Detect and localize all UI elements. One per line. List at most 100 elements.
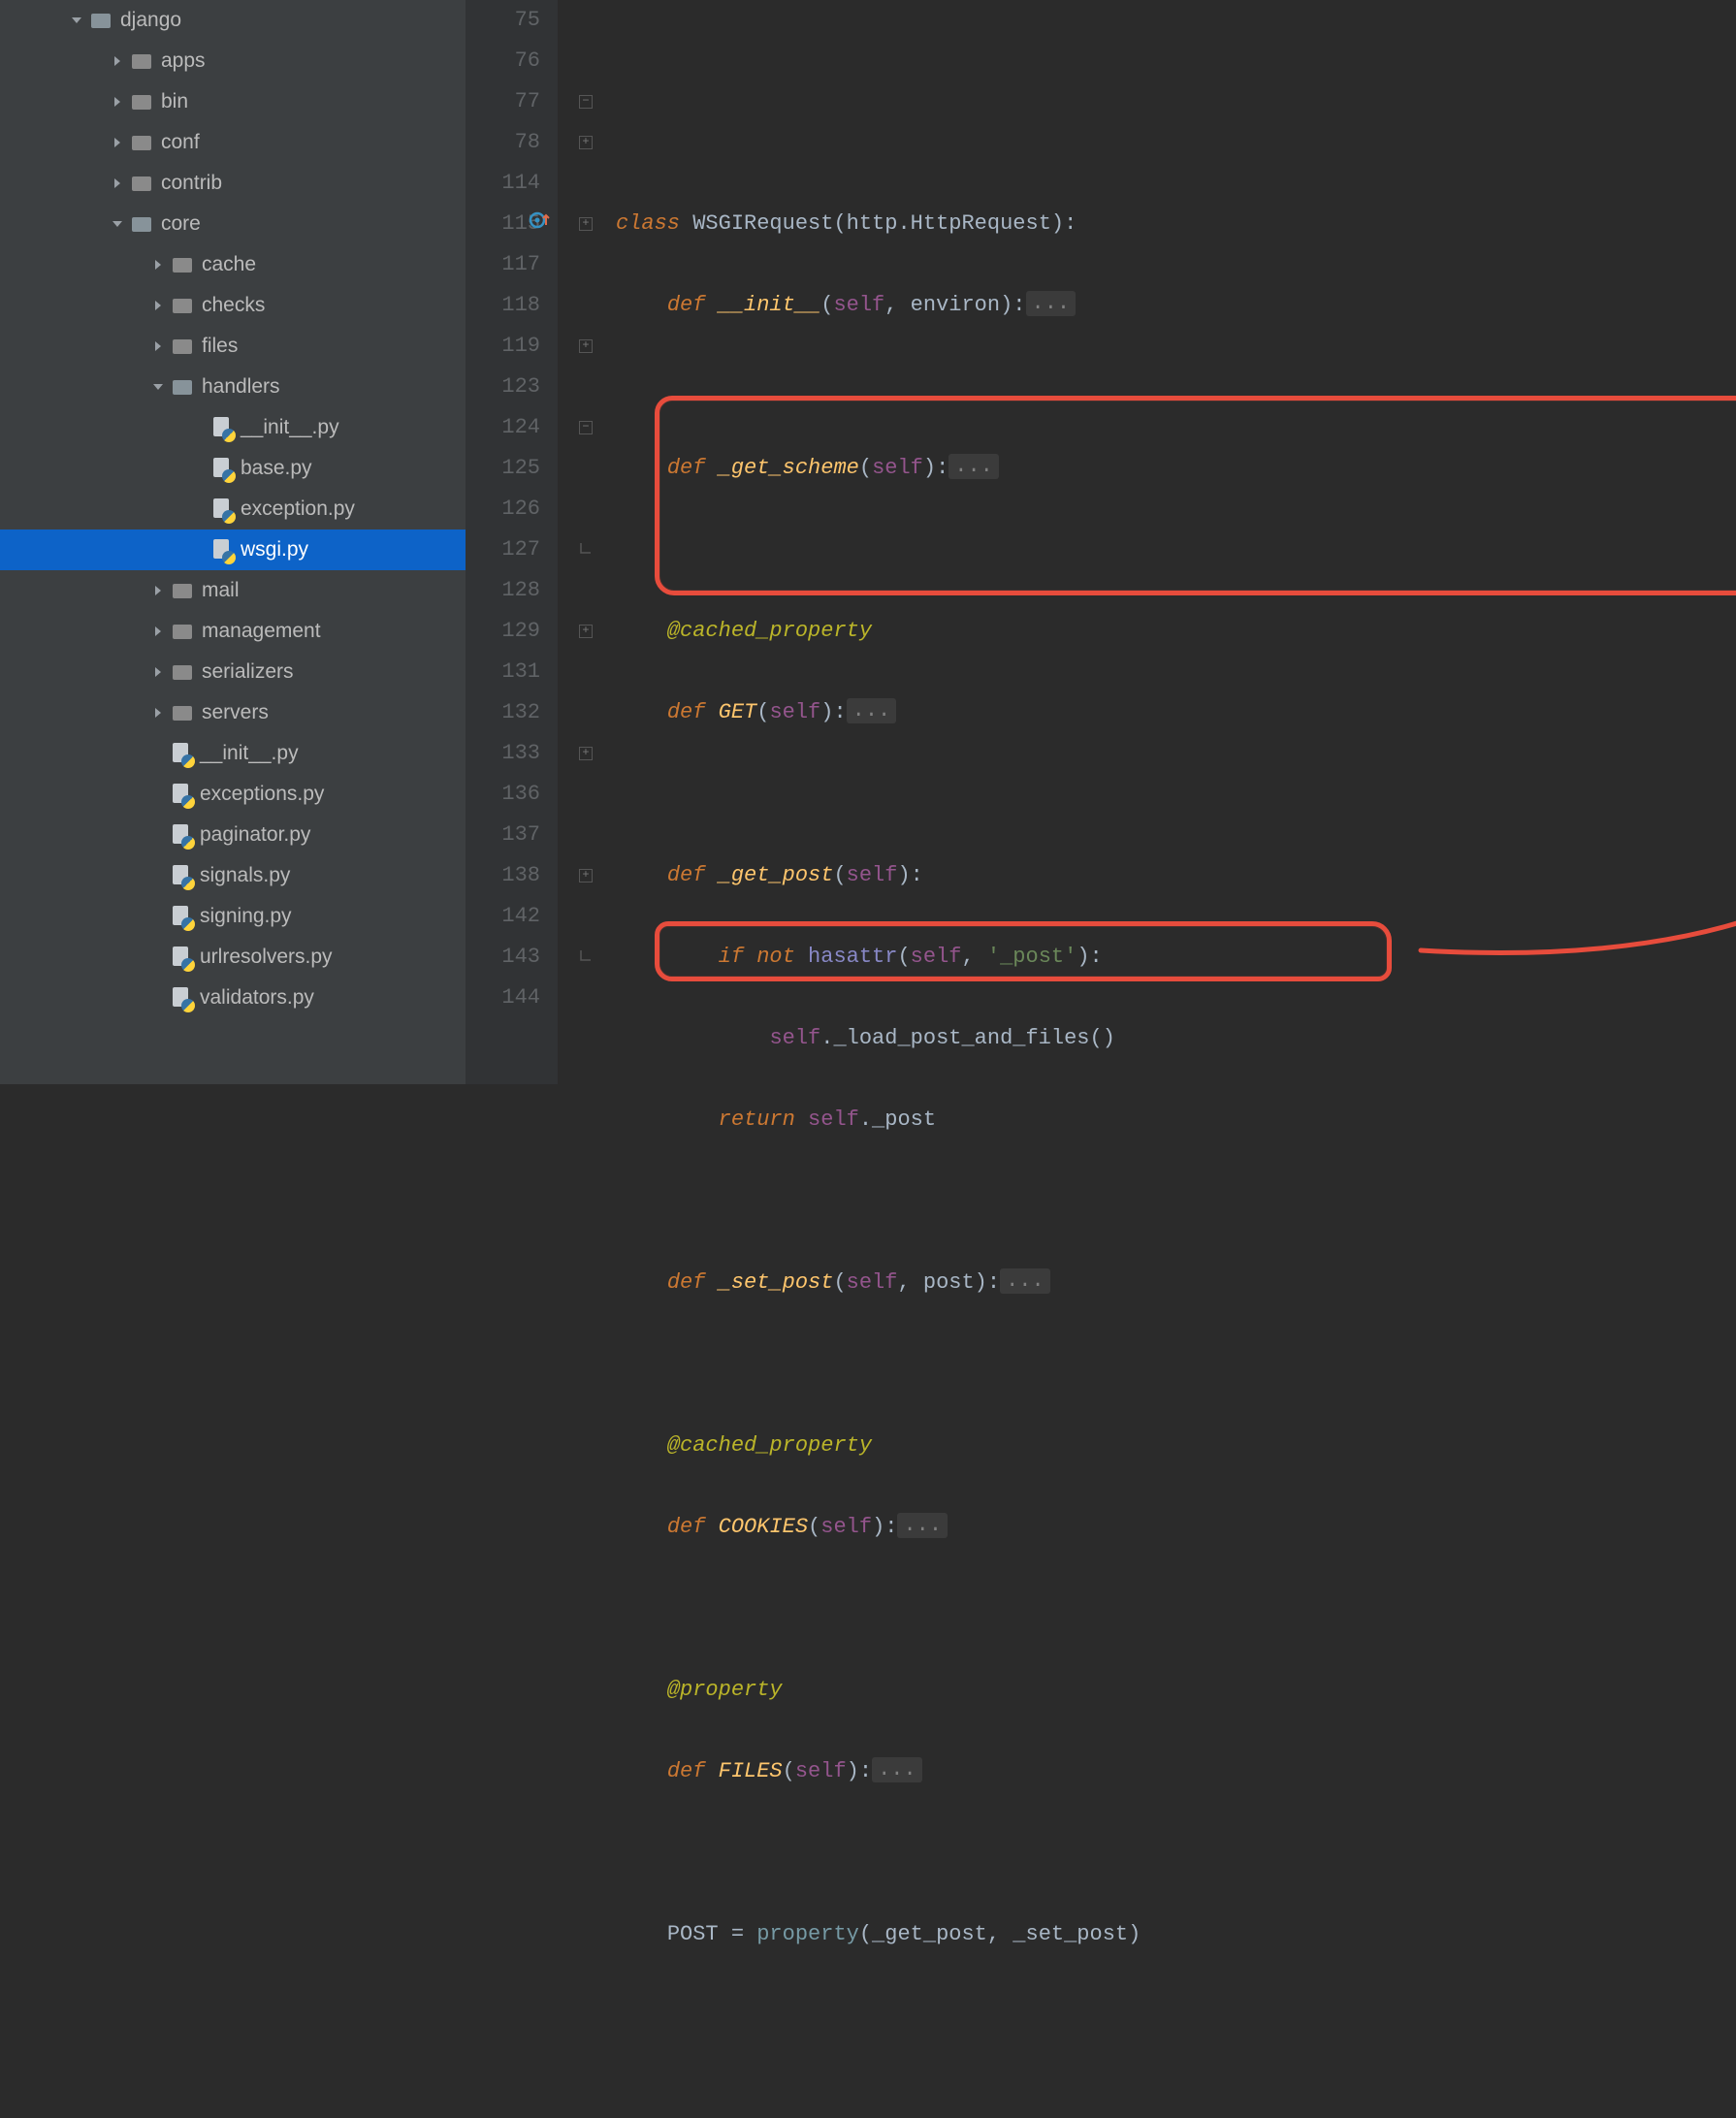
python-file-icon	[171, 986, 192, 1010]
chevron-down-icon[interactable]	[109, 218, 126, 230]
tree-item-label: mail	[202, 579, 240, 602]
blank-icon	[190, 457, 208, 480]
tree-item-core[interactable]: core	[0, 204, 466, 244]
chevron-right-icon[interactable]	[149, 666, 167, 678]
chevron-right-icon[interactable]	[149, 585, 167, 596]
tree-item-__init__-py[interactable]: __init__.py	[0, 733, 466, 774]
tree-item-__init__-py[interactable]: __init__.py	[0, 407, 466, 448]
fold-end-icon[interactable]	[579, 543, 593, 557]
python-file-icon	[171, 742, 192, 765]
code-editor[interactable]: −+++−+++ class WSGIRequest(http.HttpRequ…	[558, 0, 1736, 1084]
tree-item-label: management	[202, 620, 321, 643]
tree-item-signing-py[interactable]: signing.py	[0, 896, 466, 937]
tree-item-files[interactable]: files	[0, 326, 466, 367]
line-number: 131	[466, 652, 558, 692]
line-number: 77	[466, 81, 558, 122]
tree-item-wsgi-py[interactable]: wsgi.py	[0, 530, 466, 570]
line-number: 114	[466, 163, 558, 204]
tree-item-management[interactable]: management	[0, 611, 466, 652]
tree-item-exceptions-py[interactable]: exceptions.py	[0, 774, 466, 815]
tree-item-django[interactable]: django	[0, 0, 466, 41]
fold-collapse-icon[interactable]: −	[579, 421, 593, 434]
tree-item-apps[interactable]: apps	[0, 41, 466, 81]
chevron-right-icon[interactable]	[149, 259, 167, 271]
tree-item-label: cache	[202, 253, 256, 276]
fold-ellipsis[interactable]: ...	[1000, 1268, 1050, 1294]
call-load-post-and-files: ._load_post_and_files()	[820, 1026, 1115, 1050]
folder-icon	[130, 172, 153, 195]
override-gutter-icon[interactable]	[527, 208, 552, 233]
decorator-property: @property	[667, 1678, 783, 1702]
tree-item-mail[interactable]: mail	[0, 570, 466, 611]
chevron-down-icon[interactable]	[68, 15, 85, 26]
class-base: (http.HttpRequest):	[833, 211, 1077, 236]
tree-item-urlresolvers-py[interactable]: urlresolvers.py	[0, 937, 466, 978]
method-set-post: _set_post	[719, 1270, 834, 1295]
fold-expand-icon[interactable]: +	[579, 217, 593, 231]
fold-column[interactable]: − + + + − + + +	[558, 0, 616, 1084]
line-number: 118	[466, 285, 558, 326]
annotation-arrow	[1401, 582, 1736, 970]
tree-item-label: checks	[202, 294, 265, 317]
tree-item-checks[interactable]: checks	[0, 285, 466, 326]
chevron-right-icon[interactable]	[109, 96, 126, 108]
line-number: 137	[466, 815, 558, 855]
tree-item-label: signals.py	[200, 864, 290, 887]
chevron-right-icon[interactable]	[109, 55, 126, 67]
fold-ellipsis[interactable]: ...	[948, 454, 999, 479]
builtin-property: property	[756, 1922, 859, 1946]
decorator-cached-property: @cached_property	[667, 1433, 872, 1458]
tree-item-signals-py[interactable]: signals.py	[0, 855, 466, 896]
tree-item-label: wsgi.py	[241, 538, 308, 562]
fold-ellipsis[interactable]: ...	[847, 698, 897, 723]
param-self: self	[847, 863, 898, 887]
chevron-right-icon[interactable]	[149, 707, 167, 719]
chevron-right-icon[interactable]	[149, 626, 167, 637]
tree-item-label: urlresolvers.py	[200, 946, 333, 969]
tree-item-exception-py[interactable]: exception.py	[0, 489, 466, 530]
tree-item-base-py[interactable]: base.py	[0, 448, 466, 489]
fold-ellipsis[interactable]: ...	[897, 1513, 948, 1538]
fold-expand-icon[interactable]: +	[579, 625, 593, 638]
tree-item-validators-py[interactable]: validators.py	[0, 978, 466, 1018]
project-tree[interactable]: djangoappsbinconfcontribcore cache checks f…	[0, 0, 466, 1084]
chevron-right-icon[interactable]	[109, 177, 126, 189]
tree-item-contrib[interactable]: contrib	[0, 163, 466, 204]
fold-ellipsis[interactable]: ...	[1026, 291, 1077, 316]
tree-item-label: base.py	[241, 457, 312, 480]
chevron-right-icon[interactable]	[109, 137, 126, 148]
chevron-down-icon[interactable]	[149, 381, 167, 393]
fold-expand-icon[interactable]: +	[579, 869, 593, 882]
fold-expand-icon[interactable]: +	[579, 136, 593, 149]
keyword-def: def	[667, 700, 706, 724]
folder-icon	[89, 9, 113, 32]
tree-item-serializers[interactable]: serializers	[0, 652, 466, 692]
fold-end-icon[interactable]	[579, 950, 593, 964]
tree-item-bin[interactable]: bin	[0, 81, 466, 122]
tree-item-paginator-py[interactable]: paginator.py	[0, 815, 466, 855]
blank-icon	[149, 783, 167, 806]
line-number: 78	[466, 122, 558, 163]
tree-item-handlers[interactable]: handlers	[0, 367, 466, 407]
keyword-def: def	[667, 863, 706, 887]
blank-icon	[190, 538, 208, 562]
folder-icon	[171, 253, 194, 276]
chevron-right-icon[interactable]	[149, 300, 167, 311]
decorator-cached-property: @cached_property	[667, 619, 872, 643]
tree-item-servers[interactable]: servers	[0, 692, 466, 733]
method-get-scheme: _get_scheme	[719, 456, 859, 480]
fold-expand-icon[interactable]: +	[579, 339, 593, 353]
fold-expand-icon[interactable]: +	[579, 747, 593, 760]
folder-icon	[130, 131, 153, 154]
fold-collapse-icon[interactable]: −	[579, 95, 593, 109]
fold-ellipsis[interactable]: ...	[872, 1757, 922, 1782]
tree-item-cache[interactable]: cache	[0, 244, 466, 285]
method-FILES: FILES	[719, 1759, 783, 1783]
param-self: self	[820, 1515, 872, 1539]
code-area[interactable]: class WSGIRequest(http.HttpRequest): def…	[616, 0, 1141, 2118]
param-self: self	[769, 700, 820, 724]
tree-item-conf[interactable]: conf	[0, 122, 466, 163]
chevron-right-icon[interactable]	[149, 340, 167, 352]
keyword-class: class	[616, 211, 680, 236]
blank-icon	[149, 742, 167, 765]
